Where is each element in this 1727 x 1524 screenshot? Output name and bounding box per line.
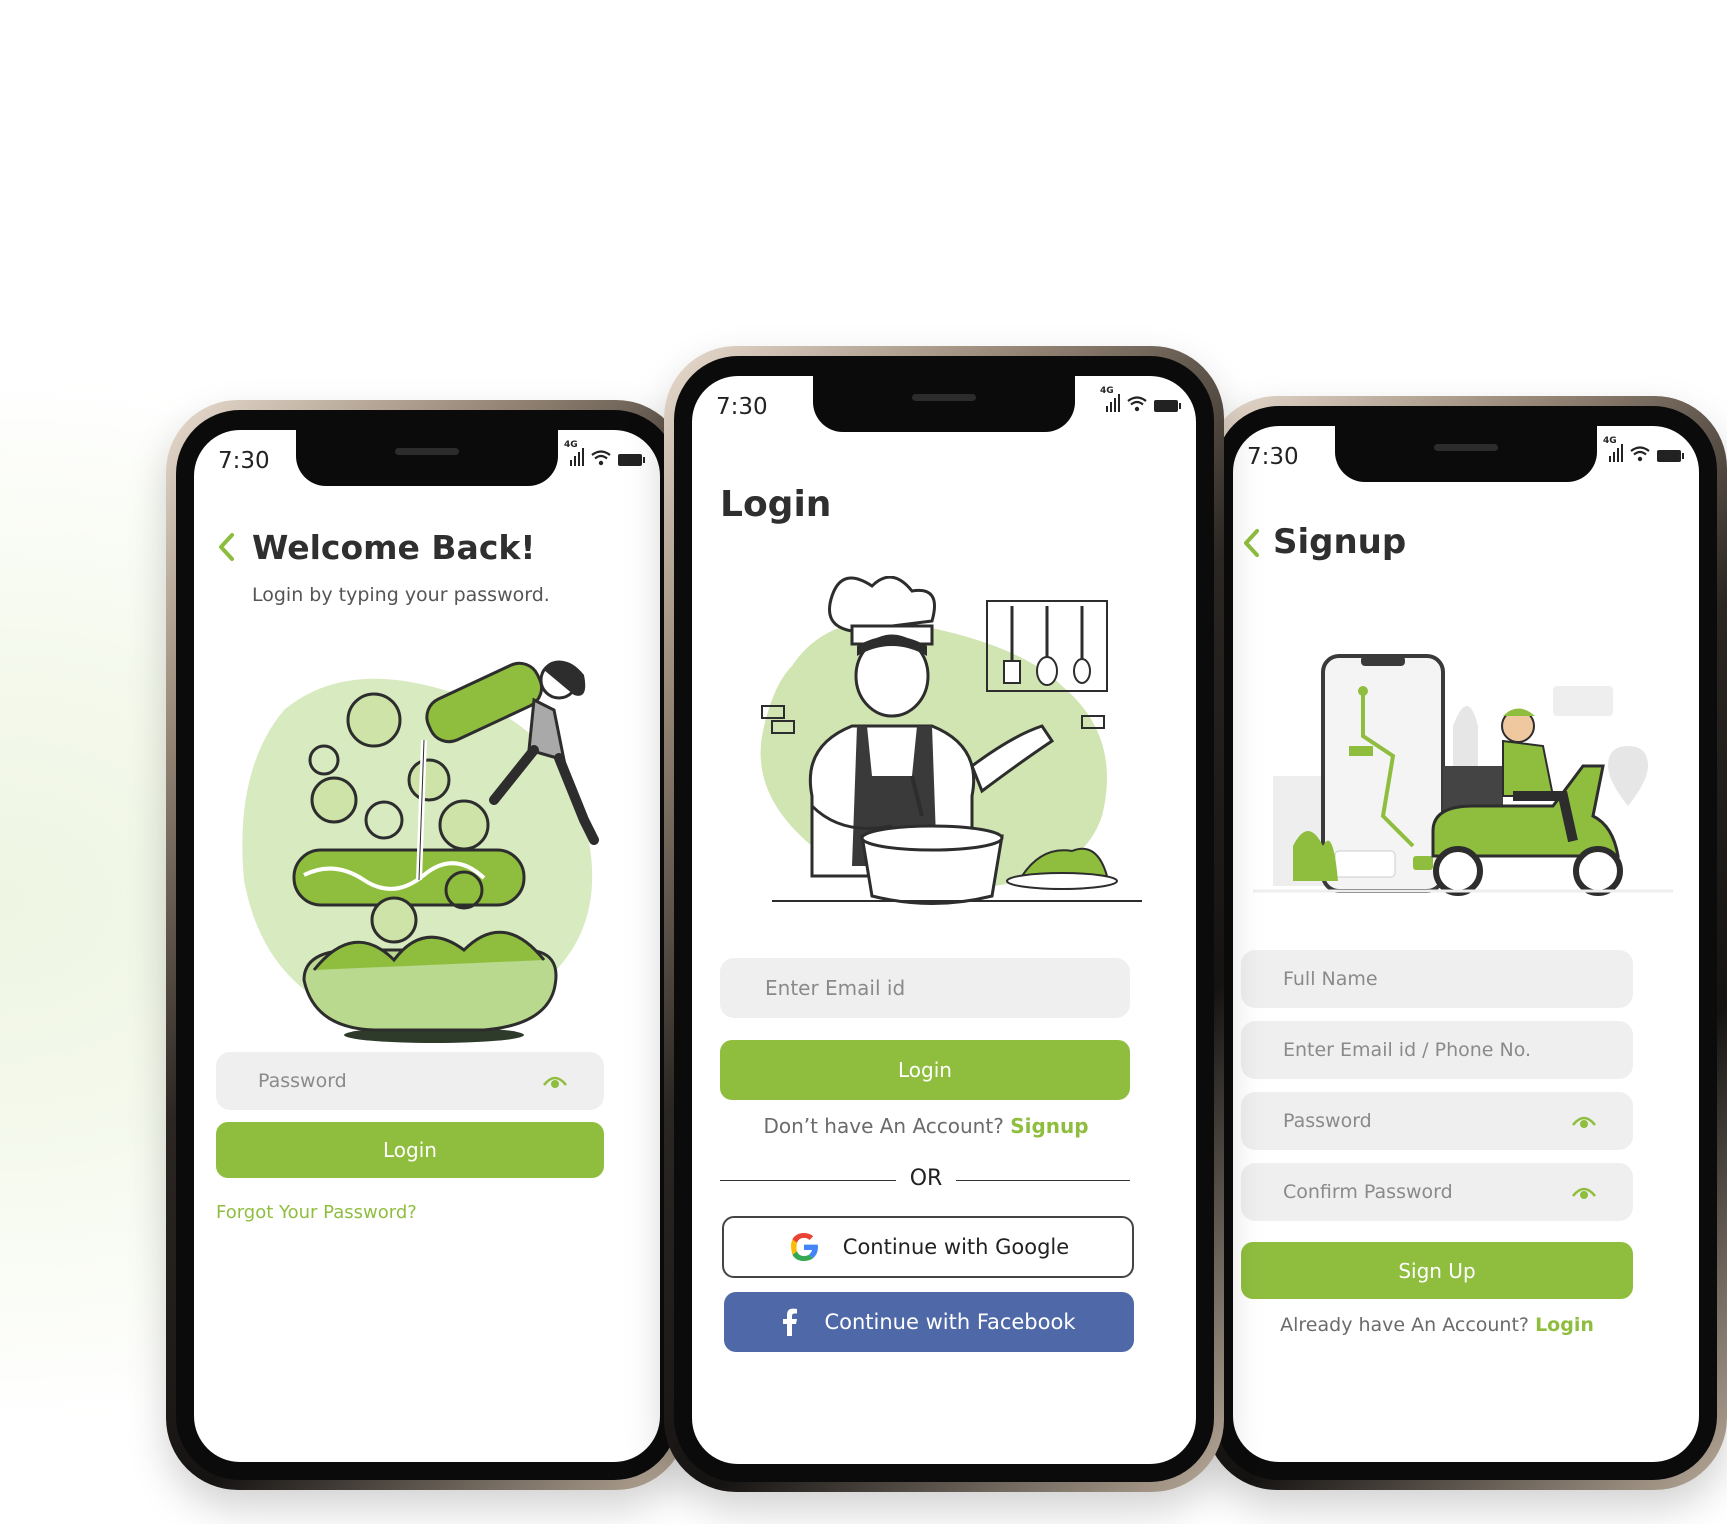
phone-welcome: 7:30 4G Welcome Back! Login by typing yo… xyxy=(166,400,688,1490)
facebook-button[interactable]: Continue with Facebook xyxy=(724,1292,1134,1352)
password-placeholder: Password xyxy=(1283,1110,1372,1132)
wifi-icon xyxy=(591,450,611,466)
signup-screen: 7:30 4G Signup Full Name Enter Email id … xyxy=(1233,426,1699,1462)
welcome-screen: 7:30 4G Welcome Back! Login by typing yo… xyxy=(194,430,660,1462)
email-input[interactable]: Enter Email id xyxy=(720,958,1130,1018)
wifi-icon xyxy=(1127,396,1147,412)
status-icons: 4G xyxy=(564,440,645,466)
google-button[interactable]: Continue with Google xyxy=(722,1216,1134,1278)
divider-right xyxy=(956,1180,1130,1181)
page-title: Login xyxy=(720,484,832,525)
notch xyxy=(1335,426,1597,482)
signup-link[interactable]: Signup xyxy=(1010,1114,1088,1138)
signal-icon: 4G xyxy=(564,440,584,466)
phone-login: 7:30 4G Login Enter Email id Login Don’t… xyxy=(664,346,1224,1492)
password-input[interactable]: Password xyxy=(1241,1092,1633,1150)
battery-icon xyxy=(1657,450,1684,462)
signal-icon: 4G xyxy=(1100,386,1120,412)
forgot-password-link[interactable]: Forgot Your Password? xyxy=(216,1202,417,1223)
eye-icon[interactable] xyxy=(1571,1113,1597,1129)
status-time: 7:30 xyxy=(716,394,768,420)
eye-icon[interactable] xyxy=(1571,1184,1597,1200)
facebook-icon xyxy=(783,1308,798,1336)
salad-illustration xyxy=(242,660,599,1043)
google-label: Continue with Google xyxy=(842,1235,1070,1259)
status-time: 7:30 xyxy=(218,448,270,474)
eye-icon[interactable] xyxy=(542,1073,568,1089)
notch xyxy=(813,376,1075,432)
battery-icon xyxy=(1154,400,1181,412)
or-label: OR xyxy=(909,1166,943,1191)
email-placeholder: Enter Email id xyxy=(765,976,906,1000)
back-chevron-icon[interactable] xyxy=(1241,528,1261,558)
login-button[interactable]: Login xyxy=(720,1040,1130,1100)
fullname-placeholder: Full Name xyxy=(1283,968,1378,990)
delivery-illustration xyxy=(1253,654,1673,896)
page-subtitle: Login by typing your password. xyxy=(252,584,550,606)
back-chevron-icon[interactable] xyxy=(216,532,236,562)
login-prompt: Already have An Account? Login xyxy=(1233,1314,1641,1336)
login-link[interactable]: Login xyxy=(1535,1314,1594,1336)
page-title: Welcome Back! xyxy=(252,528,536,567)
login-button[interactable]: Login xyxy=(216,1122,604,1178)
email-phone-placeholder: Enter Email id / Phone No. xyxy=(1283,1039,1532,1061)
confirm-password-placeholder: Confirm Password xyxy=(1283,1181,1453,1203)
phone-signup: 7:30 4G Signup Full Name Enter Email id … xyxy=(1205,396,1727,1490)
chef-illustration xyxy=(760,576,1142,905)
have-account-text: Already have An Account? xyxy=(1280,1314,1530,1336)
no-account-text: Don’t have An Account? xyxy=(763,1114,1004,1138)
confirm-password-input[interactable]: Confirm Password xyxy=(1241,1163,1633,1221)
status-time: 7:30 xyxy=(1247,444,1299,470)
email-phone-input[interactable]: Enter Email id / Phone No. xyxy=(1241,1021,1633,1079)
password-placeholder: Password xyxy=(258,1070,347,1092)
wifi-icon xyxy=(1630,446,1650,462)
page-title: Signup xyxy=(1273,522,1407,562)
signal-icon: 4G xyxy=(1603,436,1623,462)
fullname-input[interactable]: Full Name xyxy=(1241,950,1633,1008)
facebook-label: Continue with Facebook xyxy=(824,1310,1076,1334)
status-icons: 4G xyxy=(1100,386,1181,412)
divider-left xyxy=(720,1180,896,1181)
password-input[interactable]: Password xyxy=(216,1052,604,1110)
status-icons: 4G xyxy=(1603,436,1684,462)
notch xyxy=(296,430,558,486)
battery-icon xyxy=(618,454,645,466)
signup-prompt: Don’t have An Account? Signup xyxy=(692,1114,1160,1138)
login-screen: 7:30 4G Login Enter Email id Login Don’t… xyxy=(692,376,1196,1464)
signup-button[interactable]: Sign Up xyxy=(1241,1242,1633,1299)
google-icon xyxy=(790,1233,818,1261)
